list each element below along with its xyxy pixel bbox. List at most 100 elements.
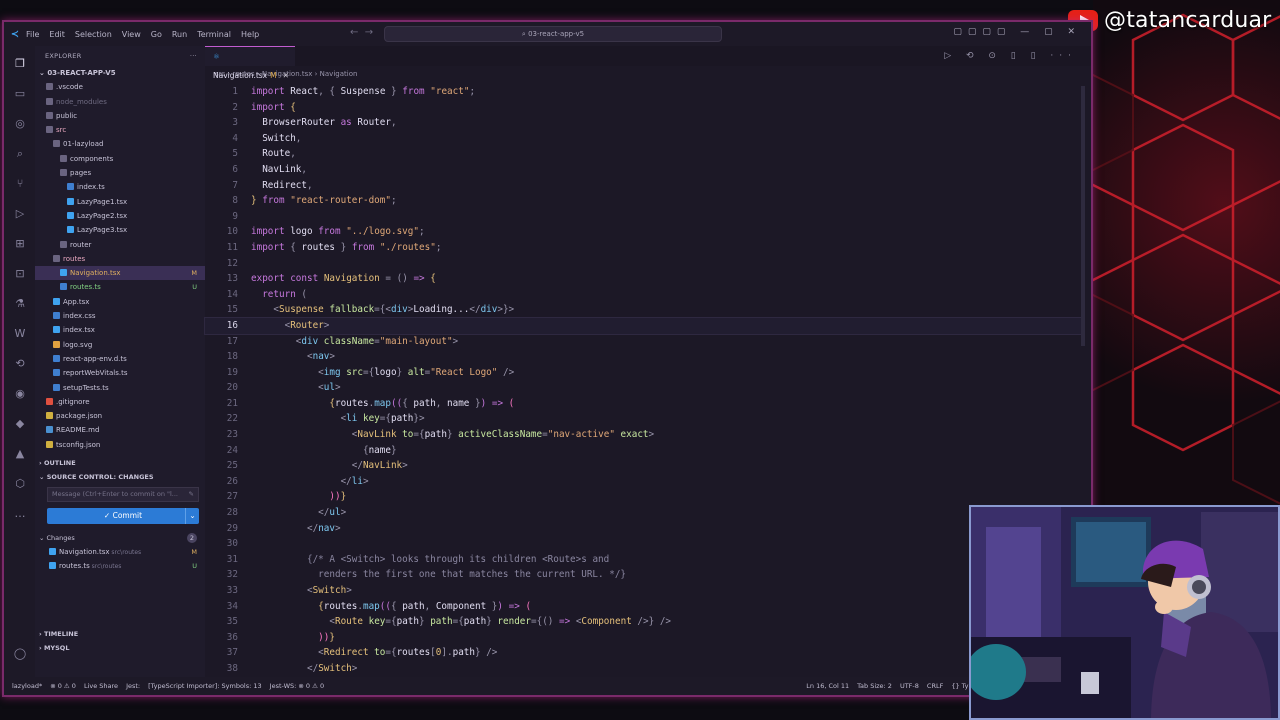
commit-dropdown-icon[interactable]: ⌄	[185, 508, 199, 525]
folder-icon[interactable]: ▭	[12, 86, 28, 102]
live-share-icon[interactable]: ⟲	[12, 356, 28, 372]
code-line: 12	[226, 257, 238, 269]
tree-item[interactable]: index.ts	[35, 180, 205, 194]
history-arrows[interactable]: ← →	[350, 27, 373, 38]
more-actions-icon[interactable]: ···	[190, 46, 197, 66]
tree-item[interactable]: logo.svg	[35, 338, 205, 352]
tree-item[interactable]: setupTests.ts	[35, 381, 205, 395]
database-icon[interactable]: ◎	[12, 116, 28, 132]
menu-item-selection[interactable]: Selection	[75, 30, 112, 39]
status-item[interactable]: Ln 16, Col 11	[806, 682, 849, 690]
code-line: 32 renders the first one that matches th…	[226, 569, 627, 581]
status-item[interactable]: Jest:	[126, 682, 140, 690]
menu-item-help[interactable]: Help	[241, 30, 259, 39]
status-item[interactable]: Jest-WS: ⊗ 0 ⚠ 0	[270, 682, 325, 690]
status-item[interactable]: Live Share	[84, 682, 118, 690]
menu-item-edit[interactable]: Edit	[49, 30, 65, 39]
tree-item-label: index.css	[63, 312, 96, 321]
tree-item[interactable]: public	[35, 109, 205, 123]
tree-item[interactable]: src	[35, 123, 205, 137]
tree-item[interactable]: tsconfig.json	[35, 438, 205, 452]
tree-item[interactable]: LazyPage2.tsx	[35, 209, 205, 223]
changed-file[interactable]: routes.ts src\routes U	[35, 559, 205, 573]
source-control-section[interactable]: ⌄ SOURCE CONTROL: CHANGES	[35, 470, 205, 484]
jest-icon[interactable]: ▲	[12, 446, 28, 462]
tree-item[interactable]: reportWebVitals.ts	[35, 366, 205, 380]
tree-item[interactable]: LazyPage1.tsx	[35, 195, 205, 209]
tree-item-label: routes	[63, 254, 86, 263]
folder-icon	[53, 140, 60, 148]
status-item[interactable]: CRLF	[927, 682, 943, 690]
extensions-icon[interactable]: ⊞	[12, 236, 28, 252]
tree-item[interactable]: App.tsx	[35, 295, 205, 309]
account-icon[interactable]: ◯	[12, 646, 28, 662]
status-item[interactable]: Tab Size: 2	[857, 682, 892, 690]
tree-item[interactable]: README.md	[35, 423, 205, 437]
timeline-section[interactable]: › TIMELINE	[35, 627, 205, 641]
tree-item[interactable]: .gitignore	[35, 395, 205, 409]
menu-item-run[interactable]: Run	[172, 30, 187, 39]
folder-icon	[46, 111, 53, 119]
code-line: 9	[232, 210, 238, 222]
editor-actions[interactable]: ▷ ⟲ ⊙ ▯ ▯ ···	[944, 51, 1077, 61]
tree-item[interactable]: components	[35, 152, 205, 166]
status-item[interactable]: [TypeScript Importer]: Symbols: 13	[148, 682, 262, 690]
source-control-label: SOURCE CONTROL: CHANGES	[46, 473, 154, 482]
tab-navigation-tsx[interactable]: ⚛ Navigation.tsx M ✕	[205, 46, 295, 80]
menu-item-file[interactable]: File	[26, 30, 39, 39]
commit-button[interactable]: ✓ Commit ⌄	[47, 508, 199, 525]
window-controls[interactable]: ▢▢▢▢ — ▢ ✕	[953, 27, 1081, 37]
menu-item-terminal[interactable]: Terminal	[197, 30, 231, 39]
tree-item[interactable]: Navigation.tsx M	[35, 266, 205, 281]
tree-item-label: README.md	[56, 426, 100, 435]
wakatime-icon[interactable]: W	[12, 326, 28, 342]
changes-header[interactable]: ⌄ Changes 2	[35, 531, 205, 545]
tree-item[interactable]: .vscode	[35, 80, 205, 94]
tree-item[interactable]: pages	[35, 166, 205, 180]
search-icon[interactable]: ⌕	[12, 146, 28, 162]
code-line: 27 ))}	[226, 491, 347, 503]
status-item[interactable]: UTF-8	[900, 682, 919, 690]
breadcrumb-item[interactable]: Navigation	[320, 70, 358, 78]
tree-item[interactable]: 01-lazyload	[35, 137, 205, 151]
explorer-icon[interactable]: ❐	[12, 56, 28, 72]
outline-section[interactable]: › OUTLINE	[35, 456, 205, 470]
changed-file[interactable]: Navigation.tsx src\routes M	[35, 545, 205, 559]
sparkle-icon[interactable]: ✎	[189, 488, 194, 501]
tree-item-label: Navigation.tsx	[70, 269, 121, 278]
changed-file-name: routes.ts	[59, 562, 90, 571]
tree-item[interactable]: react-app-env.d.ts	[35, 352, 205, 366]
menu-item-go[interactable]: Go	[151, 30, 162, 39]
tsx-file-icon	[53, 297, 60, 305]
tree-item[interactable]: router	[35, 238, 205, 252]
mysql-section[interactable]: › MYSQL	[35, 641, 205, 655]
tree-item[interactable]: package.json	[35, 409, 205, 423]
tree-item-label: public	[56, 111, 78, 120]
menu-item-view[interactable]: View	[122, 30, 141, 39]
tree-item[interactable]: index.css	[35, 309, 205, 323]
commit-message-input[interactable]: Message (Ctrl+Enter to commit on "l... ✎	[47, 487, 199, 503]
docker-icon[interactable]: ◆	[12, 416, 28, 432]
command-center[interactable]: ⌕ 03-react-app-v5	[384, 26, 722, 42]
code-line: 8} from "react-router-dom";	[232, 195, 397, 207]
close-icon[interactable]: ✕	[283, 71, 289, 80]
tree-item[interactable]: routes.ts U	[35, 280, 205, 294]
source-control-icon[interactable]: ⑂	[12, 176, 28, 192]
status-item[interactable]: ⊗ 0 ⚠ 0	[50, 682, 76, 690]
workspace-root-label: 03-REACT-APP-V5	[47, 69, 116, 77]
status-item[interactable]: lazyload*	[12, 682, 42, 690]
github-icon[interactable]: ◉	[12, 386, 28, 402]
json-file-icon	[46, 440, 53, 448]
package-icon[interactable]: ⬡	[12, 476, 28, 492]
tree-item[interactable]: LazyPage3.tsx	[35, 223, 205, 237]
more-icon[interactable]: …	[12, 506, 28, 522]
code-editor[interactable]: 1 import React, { Suspense } from "react"…	[204, 84, 1082, 677]
testing-icon[interactable]: ⚗	[12, 296, 28, 312]
run-debug-icon[interactable]: ▷	[12, 206, 28, 222]
scrollbar[interactable]	[1081, 86, 1085, 346]
workspace-root[interactable]: ⌄ 03-REACT-APP-V5	[35, 66, 205, 80]
remote-icon[interactable]: ⊡	[12, 266, 28, 282]
tree-item[interactable]: routes	[35, 252, 205, 266]
tree-item[interactable]: index.tsx	[35, 323, 205, 337]
tree-item[interactable]: node_modules	[35, 95, 205, 109]
